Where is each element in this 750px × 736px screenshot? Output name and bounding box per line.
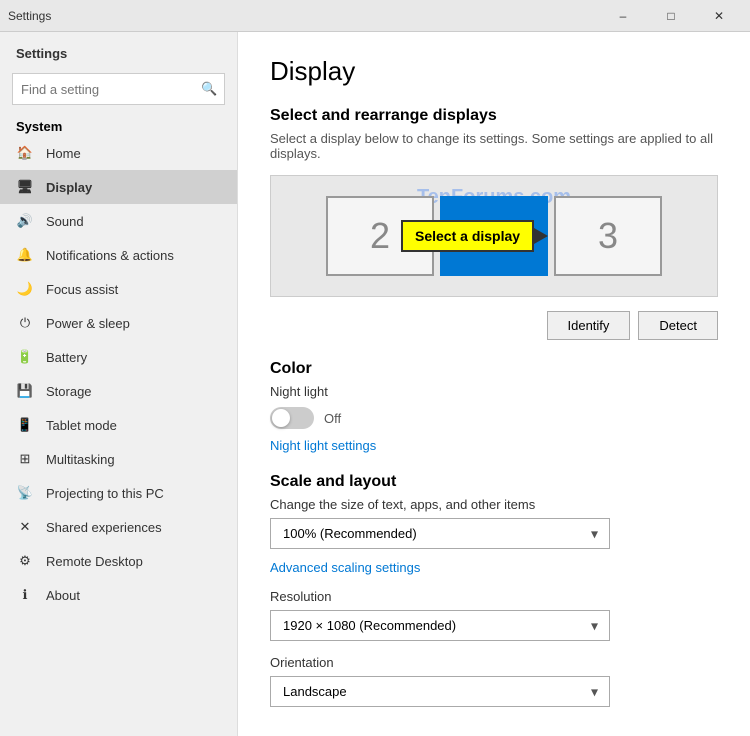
sidebar-app-title: Settings [0,32,237,69]
toggle-state-label: Off [324,411,341,426]
identify-button[interactable]: Identify [547,311,631,340]
remote-icon: ⚙ [16,552,34,570]
about-icon: ℹ [16,586,34,604]
advanced-scaling-link[interactable]: Advanced scaling settings [270,560,420,575]
detect-button[interactable]: Detect [638,311,718,340]
scale-dropdown[interactable]: 100% (Recommended) 125% 150% 175% [270,518,610,549]
sidebar-item-notifications[interactable]: 🔔 Notifications & actions [0,238,237,272]
sidebar-item-sound-label: Sound [46,214,84,229]
system-section-label: System [0,113,237,136]
page-title: Display [270,56,718,87]
multitasking-icon: ⊞ [16,450,34,468]
select-section-title: Select and rearrange displays [270,107,718,125]
sidebar-item-sound[interactable]: 🔊 Sound [0,204,237,238]
projecting-icon: 📡 [16,484,34,502]
resolution-dropdown-wrapper: 1920 × 1080 (Recommended) 1280 × 720 102… [270,610,610,641]
titlebar: Settings – □ ✕ [0,0,750,32]
battery-icon: 🔋 [16,348,34,366]
sidebar-item-remote[interactable]: ⚙ Remote Desktop [0,544,237,578]
scale-section-title: Scale and layout [270,473,718,491]
sidebar-item-display-label: Display [46,180,92,195]
toggle-knob [272,409,290,427]
search-icon: 🔍 [201,81,217,97]
sidebar-item-focus-label: Focus assist [46,282,118,297]
search-input[interactable] [21,82,197,97]
sidebar-item-shared[interactable]: ✕ Shared experiences [0,510,237,544]
main-content: Display Select and rearrange displays Se… [238,32,750,736]
select-display-tooltip: Select a display [401,220,534,252]
resolution-dropdown[interactable]: 1920 × 1080 (Recommended) 1280 × 720 102… [270,610,610,641]
orientation-label: Orientation [270,655,718,670]
display-3-number: 3 [598,215,618,257]
orientation-dropdown-wrapper: Landscape Portrait Landscape (flipped) P… [270,676,610,707]
display-area: TenForums.com Select a display 2 1 3 [270,175,718,297]
sidebar-item-tablet-label: Tablet mode [46,418,117,433]
color-section-title: Color [270,360,718,378]
orientation-dropdown[interactable]: Landscape Portrait Landscape (flipped) P… [270,676,610,707]
sidebar-item-tablet[interactable]: 📱 Tablet mode [0,408,237,442]
maximize-button[interactable]: □ [648,2,694,30]
tablet-icon: 📱 [16,416,34,434]
sidebar: Settings 🔍 System 🏠 Home 🖥 Display 🔊 Sou… [0,32,238,736]
home-icon: 🏠 [16,144,34,162]
night-light-toggle[interactable] [270,407,314,429]
close-button[interactable]: ✕ [696,2,742,30]
sidebar-item-projecting[interactable]: 📡 Projecting to this PC [0,476,237,510]
sidebar-item-storage[interactable]: 💾 Storage [0,374,237,408]
display-actions: Identify Detect [270,311,718,340]
sidebar-item-power-label: Power & sleep [46,316,130,331]
storage-icon: 💾 [16,382,34,400]
sidebar-item-power[interactable]: ⏻ Power & sleep [0,306,237,340]
sidebar-item-display[interactable]: 🖥 Display [0,170,237,204]
sidebar-item-home[interactable]: 🏠 Home [0,136,237,170]
shared-icon: ✕ [16,518,34,536]
display-icon: 🖥 [16,178,34,196]
night-light-settings-link[interactable]: Night light settings [270,438,376,453]
titlebar-controls: – □ ✕ [600,2,742,30]
scale-dropdown-wrapper: 100% (Recommended) 125% 150% 175% [270,518,610,549]
sidebar-item-multitasking[interactable]: ⊞ Multitasking [0,442,237,476]
sidebar-item-focus[interactable]: 🌙 Focus assist [0,272,237,306]
sidebar-item-battery-label: Battery [46,350,87,365]
sound-icon: 🔊 [16,212,34,230]
search-box[interactable]: 🔍 [12,73,225,105]
resolution-group: Resolution 1920 × 1080 (Recommended) 128… [270,589,718,641]
orientation-group: Orientation Landscape Portrait Landscape… [270,655,718,707]
sidebar-item-storage-label: Storage [46,384,92,399]
sidebar-item-home-label: Home [46,146,81,161]
sidebar-item-projecting-label: Projecting to this PC [46,486,164,501]
tooltip-arrow [534,228,548,244]
scale-field-label: Change the size of text, apps, and other… [270,497,718,512]
app-container: Settings 🔍 System 🏠 Home 🖥 Display 🔊 Sou… [0,32,750,736]
color-section: Color Night light Off Night light settin… [270,360,718,453]
display-2-number: 2 [370,215,390,257]
resolution-label: Resolution [270,589,718,604]
focus-icon: 🌙 [16,280,34,298]
sidebar-item-battery[interactable]: 🔋 Battery [0,340,237,374]
power-icon: ⏻ [16,314,34,332]
select-section-desc: Select a display below to change its set… [270,131,718,161]
sidebar-item-shared-label: Shared experiences [46,520,162,535]
night-light-label: Night light [270,384,718,399]
night-light-toggle-row: Off [270,407,718,429]
titlebar-title: Settings [8,9,51,23]
display-3[interactable]: 3 [554,196,662,276]
sidebar-item-remote-label: Remote Desktop [46,554,143,569]
notifications-icon: 🔔 [16,246,34,264]
sidebar-item-about[interactable]: ℹ About [0,578,237,612]
sidebar-item-notifications-label: Notifications & actions [46,248,174,263]
sidebar-item-multitasking-label: Multitasking [46,452,115,467]
sidebar-item-about-label: About [46,588,80,603]
scale-section: Scale and layout Change the size of text… [270,473,718,707]
minimize-button[interactable]: – [600,2,646,30]
